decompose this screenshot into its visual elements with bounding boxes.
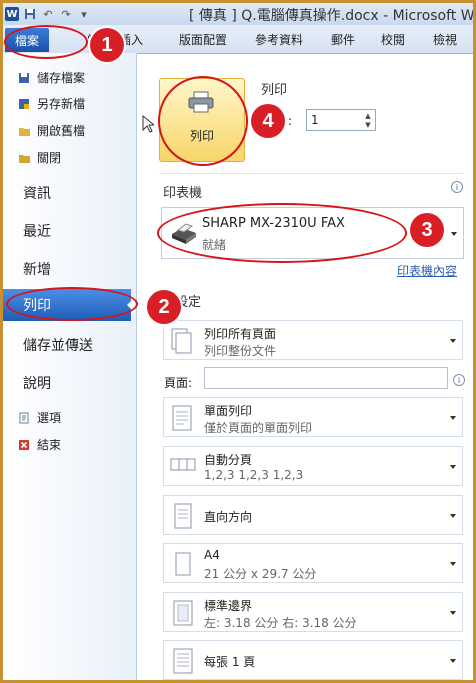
tab-view[interactable]: 檢視	[433, 31, 457, 48]
setting-sub-text: 僅於頁面的單面列印	[204, 421, 313, 435]
tab-references[interactable]: 參考資料	[255, 31, 303, 48]
collate-icon	[170, 458, 196, 471]
setting-sub-text: 列印整份文件	[204, 344, 277, 358]
nav-exit-label: 結束	[37, 438, 62, 452]
printer-heading: 印表機	[163, 186, 203, 201]
tab-page-layout[interactable]: 版面配置	[179, 31, 227, 48]
setting-main-text: 直向方向	[204, 510, 253, 524]
setting-paper-size[interactable]: A4 21 公分 x 29.7 公分	[163, 543, 463, 583]
setting-sub-text: 左: 3.18 公分 右: 3.18 公分	[204, 616, 357, 630]
paper-size-icon	[175, 552, 191, 576]
nav-close-label: 關閉	[37, 151, 62, 165]
chevron-down-icon	[450, 562, 456, 566]
undo-icon[interactable]: ↶	[41, 7, 55, 21]
annotation-badge-4: 4	[251, 104, 285, 138]
annotation-ellipse-file-tab	[4, 25, 88, 59]
spin-up-icon[interactable]: ▲	[363, 111, 373, 120]
copies-value: 1	[311, 113, 319, 127]
setting-margins[interactable]: 標準邊界 左: 3.18 公分 右: 3.18 公分	[163, 592, 463, 632]
nav-options[interactable]: 選項	[17, 409, 61, 426]
pages-info-icon[interactable]: i	[453, 374, 465, 386]
margins-icon	[173, 600, 193, 626]
nav-save-and-send[interactable]: 儲存並傳送	[23, 335, 93, 355]
chevron-down-icon	[450, 611, 456, 615]
setting-collate[interactable]: 自動分頁 1,2,3 1,2,3 1,2,3	[163, 446, 463, 486]
setting-sub-text: 1,2,3 1,2,3 1,2,3	[204, 468, 304, 482]
nav-exit[interactable]: 結束	[17, 436, 61, 453]
nav-save-label: 儲存檔案	[37, 71, 86, 85]
setting-main-text: 自動分頁	[204, 453, 253, 467]
nav-save[interactable]: 儲存檔案	[17, 69, 85, 86]
save-icon	[17, 71, 31, 85]
one-sided-icon	[172, 405, 192, 431]
tab-review[interactable]: 校閱	[381, 31, 405, 48]
open-folder-icon	[17, 124, 31, 138]
options-icon	[17, 411, 31, 425]
title-bar: W ↶ ↷ ▾ [ 傳真 ] Q.電腦傳真操作.docx - Microsoft…	[3, 3, 473, 25]
window-title: [ 傳真 ] Q.電腦傳真操作.docx - Microsoft W	[189, 8, 473, 24]
portrait-icon	[174, 503, 192, 529]
printer-properties-link[interactable]: 印表機內容	[397, 262, 457, 279]
backstage-nav: 儲存檔案 另存新檔 開啟舊檔 關閉 資訊 最近 新增 列印 儲存並傳送 說明 選…	[3, 53, 137, 680]
nav-help[interactable]: 說明	[23, 373, 51, 393]
print-panel-title: 列印	[261, 83, 288, 98]
printer-info-icon[interactable]: i	[451, 181, 463, 193]
setting-main-text: 每張 1 頁	[204, 655, 256, 669]
setting-main-text: 單面列印	[204, 404, 253, 418]
redo-icon[interactable]: ↷	[59, 7, 73, 21]
annotation-badge-2: 2	[147, 290, 181, 324]
annotation-badge-1: 1	[90, 28, 124, 62]
tab-mailings[interactable]: 郵件	[331, 31, 355, 48]
save-icon[interactable]	[23, 7, 37, 21]
setting-print-all-pages[interactable]: 列印所有頁面 列印整份文件	[163, 320, 463, 360]
chevron-down-icon	[450, 514, 456, 518]
mouse-cursor-icon	[142, 115, 154, 133]
setting-pages-per-sheet[interactable]: 每張 1 頁	[163, 640, 463, 680]
nav-save-as-label: 另存新檔	[37, 97, 86, 111]
pages-stack-icon	[171, 328, 192, 354]
nav-info[interactable]: 資訊	[23, 183, 51, 203]
chevron-down-icon	[450, 465, 456, 469]
chevron-down-icon	[451, 232, 457, 236]
word-window: W ↶ ↷ ▾ [ 傳真 ] Q.電腦傳真操作.docx - Microsoft…	[3, 3, 473, 680]
setting-main-text: 標準邊界	[204, 599, 253, 613]
save-as-icon	[17, 97, 31, 111]
close-folder-icon	[17, 151, 31, 165]
setting-main-text: 列印所有頁面	[204, 327, 277, 341]
customize-qat-icon[interactable]: ▾	[77, 7, 91, 21]
nav-recent[interactable]: 最近	[23, 221, 51, 241]
nav-close[interactable]: 關閉	[17, 149, 61, 166]
exit-icon	[17, 438, 31, 452]
annotation-badge-3: 3	[410, 213, 444, 247]
chevron-down-icon	[450, 416, 456, 420]
setting-sided[interactable]: 單面列印 僅於頁面的單面列印	[163, 397, 463, 437]
setting-orientation[interactable]: 直向方向	[163, 495, 463, 535]
annotation-ellipse-printer	[157, 203, 407, 263]
nav-options-label: 選項	[37, 411, 62, 425]
nav-new[interactable]: 新增	[23, 259, 51, 279]
nav-open-label: 開啟舊檔	[37, 124, 86, 138]
annotation-ellipse-print-nav	[6, 287, 138, 321]
spin-down-icon[interactable]: ▼	[363, 120, 373, 129]
pages-label: 頁面:	[164, 376, 193, 390]
pages-input[interactable]	[204, 367, 448, 389]
chevron-down-icon	[450, 339, 456, 343]
pages-per-sheet-icon	[173, 648, 193, 674]
copies-label: :	[288, 114, 293, 128]
copies-stepper[interactable]: 1 ▲ ▼	[306, 109, 376, 131]
word-app-icon[interactable]: W	[5, 7, 19, 21]
divider	[159, 173, 463, 174]
chevron-down-icon	[450, 659, 456, 663]
setting-main-text: A4	[204, 548, 220, 562]
quick-access-toolbar: W ↶ ↷ ▾	[5, 5, 91, 23]
annotation-ellipse-print-button	[158, 76, 248, 166]
nav-open[interactable]: 開啟舊檔	[17, 122, 85, 139]
nav-save-as[interactable]: 另存新檔	[17, 95, 85, 112]
setting-sub-text: 21 公分 x 29.7 公分	[204, 567, 317, 581]
